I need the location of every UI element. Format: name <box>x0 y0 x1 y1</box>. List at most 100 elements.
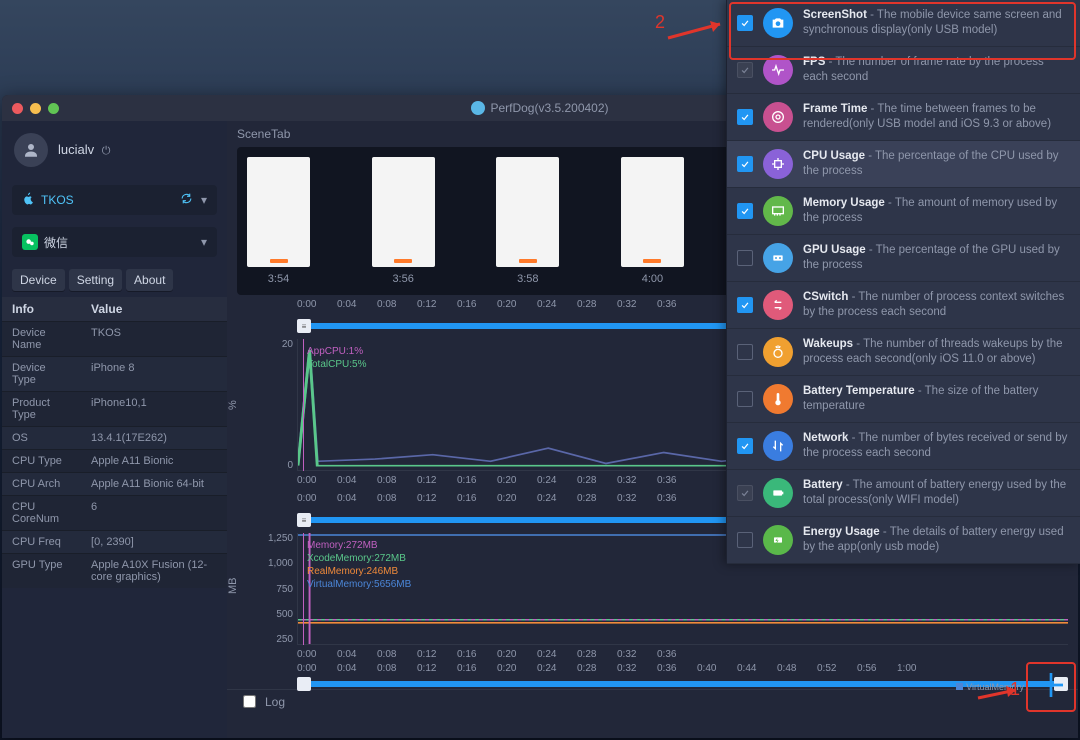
log-strip: Log <box>227 689 1078 713</box>
metric-checkbox[interactable] <box>737 532 753 548</box>
tick: 0:08 <box>377 299 417 310</box>
tick: 0:28 <box>577 475 617 489</box>
metric-text: Battery Temperature - The size of the ba… <box>803 384 1068 414</box>
user-block: lucialv ⏻ <box>2 121 227 179</box>
info-header-key: Info <box>2 297 81 322</box>
tick: 0:12 <box>417 649 457 663</box>
metric-row-memory-usage[interactable]: Memory Usage - The amount of memory used… <box>727 188 1080 235</box>
tick: 0:36 <box>657 649 697 663</box>
metric-checkbox[interactable] <box>737 485 753 501</box>
tick: 0:12 <box>417 493 457 504</box>
metric-row-battery[interactable]: Battery - The amount of battery energy u… <box>727 470 1080 517</box>
info-key: GPU Type <box>2 554 81 589</box>
metric-text: Frame Time - The time between frames to … <box>803 102 1068 132</box>
tick: 0:28 <box>577 299 617 310</box>
sidebar: lucialv ⏻ TKOS ▾ <box>2 121 227 738</box>
metric-checkbox[interactable] <box>737 250 753 266</box>
tick: 0:16 <box>457 663 497 674</box>
metric-checkbox[interactable] <box>737 109 753 125</box>
tick: 0:04 <box>337 493 377 504</box>
tick: 0:28 <box>577 493 617 504</box>
info-value: 13.4.1(17E262) <box>81 427 227 450</box>
cpu-icon <box>763 149 793 179</box>
tick: 0:16 <box>457 493 497 504</box>
window-title-text: PerfDog(v3.5.200402) <box>490 101 608 115</box>
metric-row-cswitch[interactable]: CSwitch - The number of process context … <box>727 282 1080 329</box>
tick: 0:32 <box>617 493 657 504</box>
avatar[interactable] <box>14 133 48 167</box>
info-value: Apple A11 Bionic <box>81 450 227 473</box>
metric-row-fps[interactable]: FPS - The number of frame rate by the pr… <box>727 47 1080 94</box>
metric-row-frame-time[interactable]: Frame Time - The time between frames to … <box>727 94 1080 141</box>
metric-row-energy-usage[interactable]: Energy Usage - The details of battery en… <box>727 517 1080 564</box>
tick: 0:36 <box>657 493 697 504</box>
log-checkbox[interactable] <box>243 695 256 708</box>
metric-text: Memory Usage - The amount of memory used… <box>803 196 1068 226</box>
tab-about[interactable]: About <box>126 269 173 291</box>
range-handle-left[interactable] <box>297 677 311 691</box>
metric-checkbox[interactable] <box>737 391 753 407</box>
tick: 0:32 <box>617 649 657 663</box>
thumb-time: 4:00 <box>621 273 684 285</box>
metric-checkbox[interactable] <box>737 438 753 454</box>
tick: 1:00 <box>897 663 937 674</box>
metric-checkbox[interactable] <box>737 156 753 172</box>
y-axis-label: MB <box>227 578 239 595</box>
timeline-handle[interactable]: ≡ <box>297 513 311 527</box>
metric-row-cpu-usage[interactable]: CPU Usage - The percentage of the CPU us… <box>727 141 1080 188</box>
tick: 0:08 <box>377 649 417 663</box>
chart-cursor[interactable] <box>303 533 304 645</box>
metric-checkbox[interactable] <box>737 344 753 360</box>
table-row: CPU ArchApple A11 Bionic 64-bit <box>2 473 227 496</box>
metric-row-screenshot[interactable]: ScreenShot - The mobile device same scre… <box>727 0 1080 47</box>
tick: 0:36 <box>657 299 697 310</box>
temp-icon <box>763 384 793 414</box>
username: lucialv ⏻ <box>58 142 110 158</box>
wake-icon <box>763 337 793 367</box>
metric-checkbox[interactable] <box>737 203 753 219</box>
tick: 0:32 <box>617 663 657 674</box>
add-metric-button[interactable] <box>1032 666 1070 704</box>
tab-device[interactable]: Device <box>12 269 65 291</box>
thumb-time: 3:56 <box>372 273 435 285</box>
tick: 0:44 <box>737 663 777 674</box>
screenshot-thumb[interactable] <box>621 157 684 267</box>
metric-checkbox[interactable] <box>737 62 753 78</box>
metric-row-gpu-usage[interactable]: GPU Usage - The percentage of the GPU us… <box>727 235 1080 282</box>
timeline-ruler-bottom[interactable]: 0:000:040:080:120:160:200:240:280:320:36… <box>249 663 1068 689</box>
chart-cursor[interactable] <box>303 339 304 471</box>
metric-checkbox[interactable] <box>737 15 753 31</box>
table-row: GPU TypeApple A10X Fusion (12-core graph… <box>2 554 227 589</box>
screenshot-thumb[interactable] <box>247 157 310 267</box>
metric-checkbox[interactable] <box>737 297 753 313</box>
chevron-down-icon[interactable]: ▾ <box>201 235 207 249</box>
tab-setting[interactable]: Setting <box>69 269 122 291</box>
tick: 0:08 <box>377 475 417 489</box>
table-row: CPU TypeApple A11 Bionic <box>2 450 227 473</box>
refresh-icon[interactable] <box>180 192 193 208</box>
power-icon[interactable]: ⏻ <box>102 145 111 157</box>
device-selector-label: TKOS <box>41 193 74 207</box>
screenshot-thumb[interactable] <box>372 157 435 267</box>
energy-icon <box>763 525 793 555</box>
tick: 0:16 <box>457 649 497 663</box>
tick: 0:12 <box>417 299 457 310</box>
info-value: TKOS <box>81 322 227 357</box>
metric-row-wakeups[interactable]: Wakeups - The number of threads wakeups … <box>727 329 1080 376</box>
app-logo-icon <box>471 101 485 115</box>
tick: 0:16 <box>457 475 497 489</box>
tick: 0:04 <box>337 475 377 489</box>
metric-row-battery-temperature[interactable]: Battery Temperature - The size of the ba… <box>727 376 1080 423</box>
tick: 0:08 <box>377 493 417 504</box>
tick: 0:12 <box>417 663 457 674</box>
chevron-down-icon[interactable]: ▾ <box>201 193 207 207</box>
battery-icon <box>763 478 793 508</box>
metric-row-network[interactable]: Network - The number of bytes received o… <box>727 423 1080 470</box>
tick: 0:04 <box>337 663 377 674</box>
table-row: OS13.4.1(17E262) <box>2 427 227 450</box>
app-selector[interactable]: 微信 ▾ <box>12 227 217 257</box>
timeline-handle[interactable]: ≡ <box>297 319 311 333</box>
device-selector[interactable]: TKOS ▾ <box>12 185 217 215</box>
screenshot-thumb[interactable] <box>496 157 559 267</box>
info-value: 6 <box>81 496 227 531</box>
